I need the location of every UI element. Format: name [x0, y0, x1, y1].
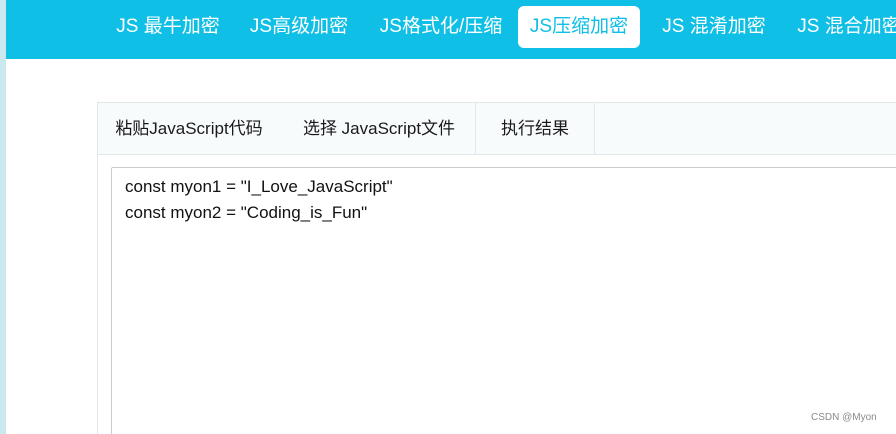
nav-tab-js-best-encrypt[interactable]: JS 最牛加密	[108, 6, 228, 48]
tab-paste-javascript-code[interactable]: 粘贴JavaScript代码	[107, 103, 271, 154]
nav-tab-js-compress-encrypt[interactable]: JS压缩加密	[518, 6, 640, 48]
tab-execution-result[interactable]: 执行结果	[475, 103, 595, 154]
code-textarea[interactable]: const myon1 = "I_Love_JavaScript" const …	[111, 167, 896, 434]
nav-tab-js-obfuscate-encrypt[interactable]: JS 混淆加密	[652, 6, 776, 48]
nav-tab-js-mixed-encrypt[interactable]: JS 混合加密	[787, 6, 896, 48]
nav-tab-js-format-compress[interactable]: JS格式化/压缩	[371, 6, 511, 48]
panel-tab-bar: 粘贴JavaScript代码 选择 JavaScript文件 执行结果	[98, 103, 896, 155]
top-navigation-bar: JS 最牛加密 JS高级加密 JS格式化/压缩 JS压缩加密 JS 混淆加密 J…	[6, 0, 896, 59]
csdn-watermark: CSDN @Myon⁠	[811, 412, 877, 423]
code-line: const myon2 = "Coding_is_Fun"	[125, 203, 368, 222]
page: JS 最牛加密 JS高级加密 JS格式化/压缩 JS压缩加密 JS 混淆加密 J…	[0, 0, 896, 434]
code-line: const myon1 = "I_Love_JavaScript"	[125, 177, 393, 196]
nav-tab-js-advanced-encrypt[interactable]: JS高级加密	[241, 6, 357, 48]
left-edge-strip	[0, 0, 6, 434]
code-input-panel: 粘贴JavaScript代码 选择 JavaScript文件 执行结果 cons…	[97, 102, 896, 434]
tab-select-javascript-file[interactable]: 选择 JavaScript文件	[294, 103, 464, 154]
